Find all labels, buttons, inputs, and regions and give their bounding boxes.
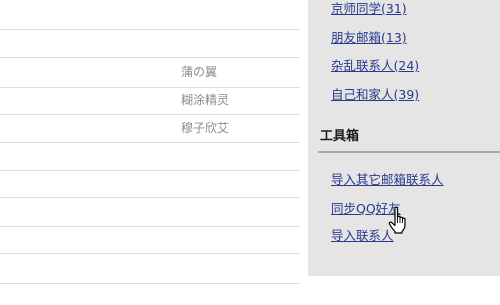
group-link-classmates[interactable]: 京师同学(31) [331, 0, 407, 17]
row-divider [0, 197, 300, 198]
import-contacts-link[interactable]: 导入联系人 [331, 227, 394, 244]
row-divider [0, 114, 300, 115]
hand-pointer-icon [388, 206, 406, 234]
group-link-friends[interactable]: 朋友邮箱(13) [331, 29, 407, 46]
toolbox-divider [318, 151, 500, 153]
contact-nickname[interactable]: 蒲の翼 [181, 64, 217, 80]
group-link-misc[interactable]: 杂乱联系人(24) [331, 57, 419, 74]
row-divider [0, 253, 300, 254]
row-divider [0, 226, 300, 227]
contact-nickname[interactable]: 糊涂精灵 [181, 92, 229, 108]
import-other-mailbox-link[interactable]: 导入其它邮箱联系人 [331, 171, 444, 188]
row-divider [0, 29, 300, 30]
group-link-family[interactable]: 自己和家人(39) [331, 86, 419, 103]
row-divider [0, 170, 300, 171]
contact-nickname[interactable]: 穆子欣艾 [181, 120, 229, 136]
row-divider [0, 142, 300, 143]
row-divider [0, 57, 300, 58]
toolbox-title: 工具箱 [320, 129, 360, 144]
row-divider [0, 283, 300, 284]
sidebar-footer [308, 276, 500, 305]
contact-list: 蒲の翼 糊涂精灵 穆子欣艾 [0, 0, 308, 305]
row-divider [0, 87, 300, 88]
